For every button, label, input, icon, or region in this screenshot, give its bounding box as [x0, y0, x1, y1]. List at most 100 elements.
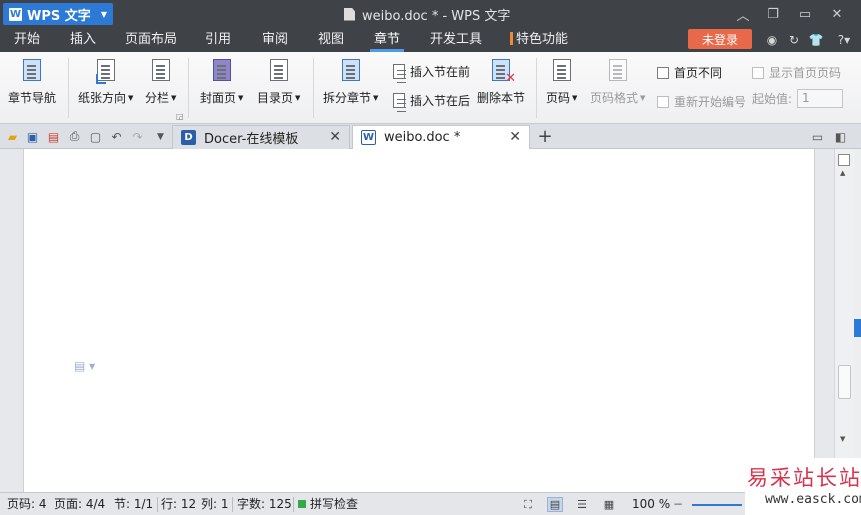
columns-label: 分栏 — [145, 91, 170, 105]
tab-view[interactable]: 视图 — [318, 28, 344, 52]
start-value-input[interactable]: 1 — [797, 89, 844, 108]
tab-page-layout[interactable]: 页面布局 — [125, 28, 177, 52]
scroll-up-icon[interactable]: ▲ — [840, 169, 845, 177]
checkbox-icon — [752, 66, 764, 79]
restart-numbering-label: 重新开始编号 — [674, 95, 747, 109]
vertical-scrollbar[interactable]: ▲ ▼ — [834, 149, 854, 492]
restore-icon[interactable]: ❐ — [757, 0, 789, 28]
insert-section-before-button[interactable]: 插入节在前 — [391, 63, 470, 80]
full-screen-icon[interactable]: ⛶ — [520, 497, 536, 512]
print-preview-icon[interactable]: ▢ — [88, 129, 103, 144]
tab-references[interactable]: 引用 — [205, 28, 231, 52]
show-first-page-number-label: 显示首页页码 — [769, 66, 842, 80]
app-menu-button[interactable]: W WPS 文字 ▼ — [3, 3, 113, 25]
columns-button[interactable]: 分栏 ▼ — [145, 58, 176, 106]
docer-icon: D — [181, 130, 196, 145]
minimize-button[interactable]: ▭ — [789, 0, 821, 28]
shirt-icon[interactable]: 👕 — [809, 33, 824, 47]
spell-check-toggle[interactable]: 拼写检查 — [298, 493, 358, 515]
title-bar: W WPS 文字 ▼ weibo.doc * - WPS 文字 ︿ ❐ ▭ ✕ — [0, 0, 861, 28]
close-icon[interactable]: ✕ — [509, 129, 521, 145]
checkbox-icon — [657, 66, 669, 79]
insert-after-icon — [391, 92, 407, 109]
cover-page-icon — [210, 58, 234, 84]
ribbon-collapse-icon[interactable]: ︿ — [727, 0, 759, 28]
help-icon[interactable]: ?▾ — [833, 33, 855, 47]
cover-page-button[interactable]: 封面页 ▼ — [200, 58, 243, 106]
zoom-level[interactable]: 100 % — [632, 493, 670, 515]
login-button[interactable]: 未登录 — [688, 29, 752, 49]
paragraph-options-icon[interactable]: ▤ ▾ — [74, 359, 95, 373]
export-pdf-icon[interactable]: ▤ — [46, 129, 61, 144]
dialog-launcher-icon[interactable]: ◲ — [176, 112, 184, 121]
document-area: ▤ ▾ — [0, 149, 861, 492]
page-view-icon[interactable]: ▤ — [547, 497, 563, 512]
tab-section[interactable]: 章节 — [369, 28, 405, 52]
close-icon[interactable]: ✕ — [329, 129, 341, 145]
tab-weibo-doc[interactable]: W weibo.doc * ✕ — [352, 125, 530, 149]
first-page-different-label: 首页不同 — [674, 66, 723, 80]
open-folder-icon[interactable]: ▰ — [5, 129, 20, 144]
status-page-number: 页码: 4 — [7, 497, 47, 511]
page-number-button[interactable]: 页码 ▼ — [546, 58, 577, 106]
restart-numbering-checkbox[interactable]: 重新开始编号 — [657, 93, 746, 110]
status-bar: 页码: 4 页面: 4/4 节: 1/1 行: 12 列: 1 字数: 125 … — [0, 492, 861, 515]
print-icon[interactable]: ⎙ — [67, 129, 82, 144]
new-tab-button[interactable]: + — [536, 126, 554, 147]
tab-docer-templates[interactable]: D Docer-在线模板 ✕ — [172, 125, 350, 149]
status-word-count[interactable]: 字数: 125 — [237, 493, 292, 515]
side-panel-icon[interactable] — [838, 154, 850, 166]
document-page[interactable] — [23, 149, 815, 492]
delete-section-icon: ✕ — [489, 58, 516, 85]
window-title-text: weibo.doc * - WPS 文字 — [362, 8, 511, 24]
tab-weibo-label: weibo.doc * — [384, 130, 461, 145]
sync-icon[interactable]: ↻ — [787, 33, 801, 47]
skin-icon[interactable]: ◉ — [765, 33, 779, 47]
document-tab-bar: ▰ ▣ ▤ ⎙ ▢ ↶ ↷ ▼ D Docer-在线模板 ✕ W weibo.d… — [0, 124, 861, 149]
cover-page-label: 封面页 — [200, 91, 237, 105]
tab-insert[interactable]: 插入 — [70, 28, 96, 52]
undo-icon[interactable]: ↶ — [109, 129, 124, 144]
ribbon-divider — [68, 58, 69, 118]
close-button[interactable]: ✕ — [821, 0, 853, 28]
first-page-different-checkbox[interactable]: 首页不同 — [657, 64, 722, 81]
customize-toolbar-icon[interactable]: ▼ — [153, 129, 168, 144]
show-first-page-number-checkbox[interactable]: 显示首页页码 — [752, 64, 841, 81]
web-view-icon[interactable]: ▦ — [601, 497, 617, 512]
ribbon-divider — [188, 58, 189, 118]
insert-before-label: 插入节在前 — [410, 65, 471, 79]
section-nav-button[interactable]: 章节导航 — [8, 58, 56, 106]
tab-developer[interactable]: 开发工具 — [430, 28, 482, 52]
status-section: 节: 1/1 — [114, 497, 154, 511]
outline-view-icon[interactable]: ☰ — [574, 497, 590, 512]
toc-page-button[interactable]: 目录页 ▼ — [257, 58, 300, 106]
tab-list-icon[interactable]: ▭ — [810, 129, 825, 144]
tab-menu-icon[interactable]: ◧ — [833, 129, 848, 144]
orientation-button[interactable]: 纸张方向 ▼ — [78, 58, 133, 106]
side-panel-toggle[interactable] — [854, 319, 861, 337]
ribbon-divider — [536, 58, 537, 118]
toc-page-icon — [267, 58, 291, 84]
section-nav-label: 章节导航 — [8, 91, 57, 105]
zoom-slider[interactable] — [692, 504, 742, 506]
wps-logo-icon: W — [9, 7, 22, 21]
split-section-button[interactable]: 拆分章节 ▼ — [323, 58, 378, 106]
tab-docer-label: Docer-在线模板 — [204, 132, 299, 147]
insert-section-after-button[interactable]: 插入节在后 — [391, 92, 470, 109]
tab-special-features[interactable]: 特色功能 — [510, 28, 568, 52]
site-watermark: 易采站长站 www.easck.com — [745, 458, 861, 515]
page-number-format-button[interactable]: 页码格式 ▼ — [590, 58, 645, 106]
delete-section-button[interactable]: ✕ 删除本节 — [477, 58, 525, 106]
checkbox-icon — [657, 95, 669, 108]
scrollbar-thumb[interactable] — [838, 365, 851, 399]
scroll-down-icon[interactable]: ▼ — [840, 435, 845, 443]
window-title: weibo.doc * - WPS 文字 — [344, 0, 510, 28]
zoom-out-icon[interactable]: − — [673, 493, 683, 515]
status-divider — [157, 497, 158, 512]
tab-review[interactable]: 审阅 — [262, 28, 288, 52]
tab-home[interactable]: 开始 — [14, 28, 40, 52]
toc-page-label: 目录页 — [257, 91, 294, 105]
columns-icon — [149, 58, 173, 84]
redo-icon[interactable]: ↷ — [130, 129, 145, 144]
save-icon[interactable]: ▣ — [25, 129, 40, 144]
